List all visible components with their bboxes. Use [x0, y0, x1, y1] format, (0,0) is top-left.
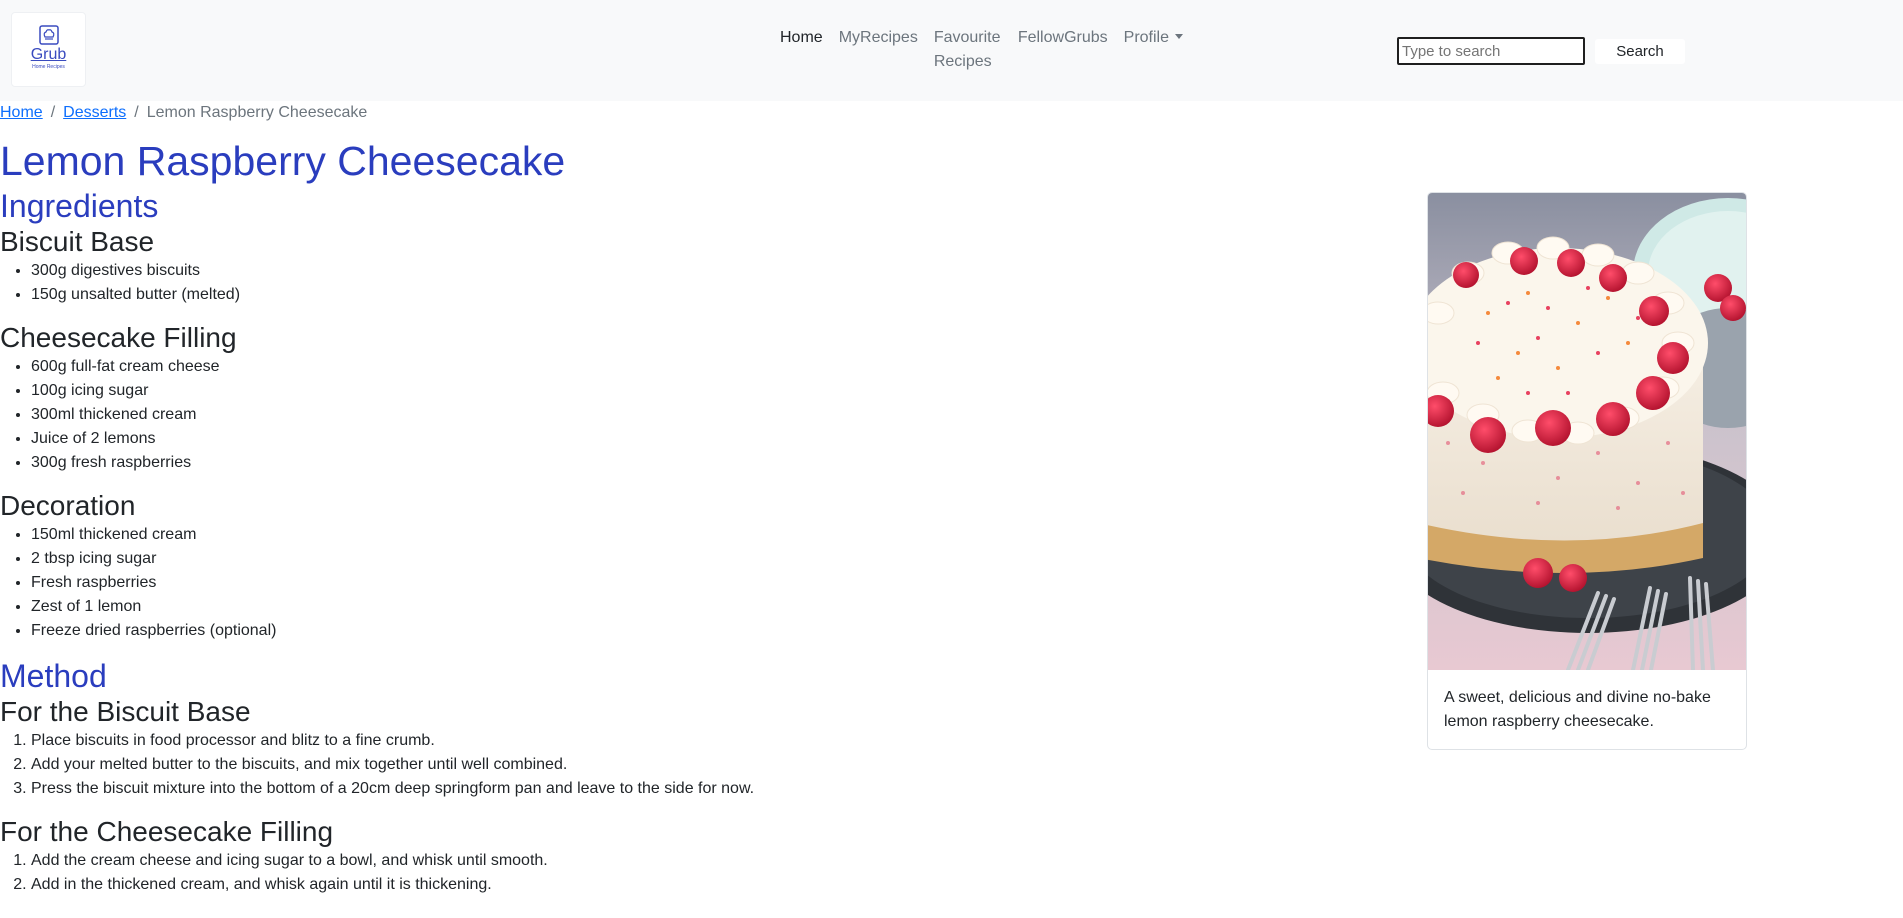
ingredients-heading: Ingredients — [0, 188, 159, 224]
chef-hat-icon — [38, 25, 59, 45]
nav-links: Home MyRecipes Favourite Recipes FellowG… — [772, 26, 1191, 74]
method-group-heading: For the Biscuit Base — [0, 696, 251, 727]
ingredient-item: 150ml thickened cream — [31, 523, 1380, 547]
ingredient-item: Zest of 1 lemon — [31, 595, 1380, 619]
navbar: Grub Home Recipes Home MyRecipes Favouri… — [0, 0, 1903, 101]
cheesecake-photo — [1428, 193, 1746, 670]
method-heading: Method — [0, 658, 107, 694]
search-button[interactable]: Search — [1595, 38, 1685, 64]
nav-home[interactable]: Home — [772, 26, 831, 50]
card-caption: A sweet, delicious and divine no-bake le… — [1444, 689, 1711, 730]
ingredient-list: 300g digestives biscuits 150g unsalted b… — [0, 259, 1380, 307]
ingredient-item: Freeze dried raspberries (optional) — [31, 619, 1380, 643]
method-group-heading: For the Cheesecake Filling — [0, 816, 334, 847]
ingredient-item: 600g full-fat cream cheese — [31, 355, 1380, 379]
ingredient-group-heading: Decoration — [0, 490, 136, 521]
recipe-content: Lemon Raspberry Cheesecake Ingredients B… — [0, 135, 1380, 911]
nav-favourite-recipes[interactable]: Favourite Recipes — [926, 26, 1010, 74]
breadcrumb: Home / Desserts / Lemon Raspberry Cheese… — [0, 101, 367, 125]
brand-tagline: Home Recipes — [32, 64, 65, 70]
ingredient-group-heading: Biscuit Base — [0, 226, 155, 257]
nav-my-recipes[interactable]: MyRecipes — [831, 26, 926, 50]
nav-profile-dropdown[interactable]: Profile — [1116, 26, 1191, 50]
search-input[interactable] — [1397, 37, 1585, 65]
ingredient-item: 100g icing sugar — [31, 379, 1380, 403]
search-form: Search — [1397, 37, 1685, 65]
ingredient-item: 150g unsalted butter (melted) — [31, 283, 1380, 307]
method-step: Add your melted butter to the biscuits, … — [31, 753, 1380, 777]
ingredient-group-heading: Cheesecake Filling — [0, 322, 237, 353]
ingredient-item: 300ml thickened cream — [31, 403, 1380, 427]
method-step: Add the cream cheese and icing sugar to … — [31, 849, 1380, 873]
ingredient-item: 2 tbsp icing sugar — [31, 547, 1380, 571]
method-step: Add in the thickened cream, and whisk ag… — [31, 873, 1380, 897]
method-step: Press the biscuit mixture into the botto… — [31, 777, 1380, 801]
ingredient-list: 150ml thickened cream 2 tbsp icing sugar… — [0, 523, 1380, 643]
method-steps: Place biscuits in food processor and bli… — [0, 729, 1380, 801]
ingredient-item: Fresh raspberries — [31, 571, 1380, 595]
ingredient-item: 300g digestives biscuits — [31, 259, 1380, 283]
page-title: Lemon Raspberry Cheesecake — [0, 138, 566, 184]
nav-fellow-grubs[interactable]: FellowGrubs — [1010, 26, 1116, 50]
brand-name: Grub — [30, 46, 67, 63]
breadcrumb-separator: / — [50, 104, 56, 121]
method-steps: Add the cream cheese and icing sugar to … — [0, 849, 1380, 897]
breadcrumb-home[interactable]: Home — [0, 101, 43, 125]
breadcrumb-current: Lemon Raspberry Cheesecake — [146, 104, 368, 121]
caret-down-icon — [1175, 34, 1183, 39]
method-step: Place biscuits in food processor and bli… — [31, 729, 1380, 753]
ingredient-item: Juice of 2 lemons — [31, 427, 1380, 451]
breadcrumb-separator: / — [134, 104, 139, 121]
breadcrumb-desserts[interactable]: Desserts — [63, 101, 126, 125]
ingredient-list: 600g full-fat cream cheese 100g icing su… — [0, 355, 1380, 475]
brand-logo[interactable]: Grub Home Recipes — [11, 12, 86, 87]
nav-profile-label: Profile — [1123, 29, 1169, 46]
ingredient-item: 300g fresh raspberries — [31, 451, 1380, 475]
recipe-image-card: A sweet, delicious and divine no-bake le… — [1427, 192, 1747, 750]
